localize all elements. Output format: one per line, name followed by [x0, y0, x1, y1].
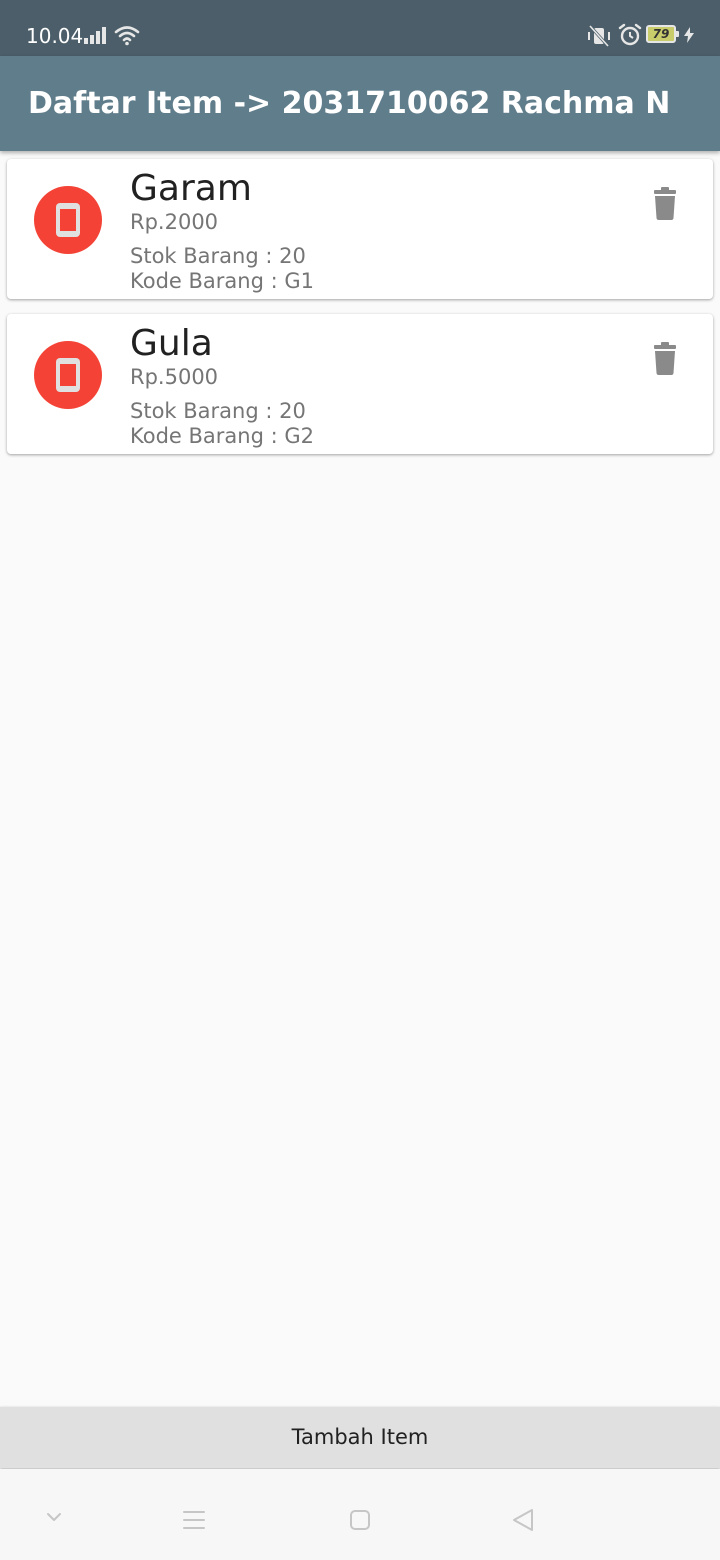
- battery-icon: 79: [646, 25, 679, 43]
- home-icon[interactable]: [348, 1508, 372, 1532]
- back-icon[interactable]: [510, 1507, 536, 1533]
- alarm-icon: [618, 23, 642, 46]
- page-title: Daftar Item -> 2031710062 Rachma Novita …: [28, 86, 668, 121]
- delete-icon[interactable]: [645, 183, 685, 223]
- chevron-down-icon[interactable]: [42, 1509, 66, 1525]
- menu-icon[interactable]: [182, 1509, 206, 1531]
- phone-icon: [56, 358, 80, 392]
- item-avatar: [34, 341, 102, 409]
- item-avatar: [34, 186, 102, 254]
- status-time: 10.04: [26, 24, 84, 48]
- item-code: Kode Barang : G1: [130, 269, 314, 293]
- item-stock: Stok Barang : 20: [130, 244, 306, 268]
- app-bar: Daftar Item -> 2031710062 Rachma Novita …: [0, 56, 720, 151]
- item-code: Kode Barang : G2: [130, 424, 314, 448]
- status-bar: 10.04 79: [0, 0, 720, 56]
- signal-icon: [84, 27, 106, 44]
- charging-icon: [684, 27, 694, 43]
- phone-icon: [56, 203, 80, 237]
- list-item-garam[interactable]: Garam Rp.2000 Stok Barang : 20 Kode Bara…: [7, 159, 713, 299]
- list-item-gula[interactable]: Gula Rp.5000 Stok Barang : 20 Kode Baran…: [7, 314, 713, 454]
- item-name: Gula: [130, 323, 213, 364]
- battery-level: 79: [652, 27, 670, 41]
- navigation-bar: [0, 1469, 720, 1560]
- item-name: Garam: [130, 168, 252, 209]
- mute-icon: [588, 24, 610, 48]
- item-price: Rp.2000: [130, 210, 219, 234]
- item-stock: Stok Barang : 20: [130, 399, 306, 423]
- add-item-button[interactable]: Tambah Item: [0, 1407, 720, 1468]
- delete-icon[interactable]: [645, 338, 685, 378]
- wifi-icon: [114, 26, 140, 46]
- item-price: Rp.5000: [130, 365, 219, 389]
